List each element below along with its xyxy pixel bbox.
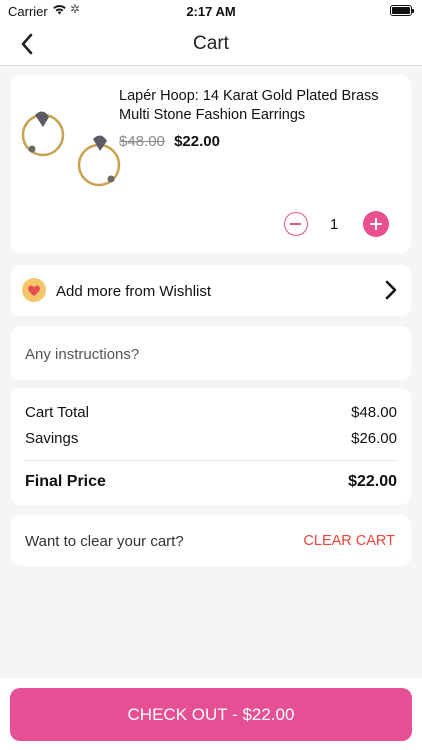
final-price-value: $22.00 [348,473,397,490]
original-price: $48.00 [119,133,165,150]
clear-cart-button[interactable]: CLEAR CART [303,533,395,549]
summary-divider [25,460,397,461]
product-name[interactable]: Lapér Hoop: 14 Karat Gold Plated Brass M… [119,87,399,125]
sale-price: $22.00 [174,133,220,150]
savings-label: Savings [25,430,79,447]
clear-cart-prompt: Want to clear your cart? [25,533,184,550]
instructions-card [11,326,411,380]
increase-quantity-button[interactable] [363,211,389,237]
savings-value: $26.00 [351,430,397,447]
price-summary-card: Cart Total $48.00 Savings $26.00 Final P… [11,388,411,505]
page-title: Cart [193,33,229,54]
cart-item-card: Lapér Hoop: 14 Karat Gold Plated Brass M… [11,75,411,253]
cart-total-label: Cart Total [25,404,89,421]
cart-total-value: $48.00 [351,404,397,421]
instructions-input[interactable] [25,343,395,365]
checkout-button[interactable]: CHECK OUT - $22.00 [10,688,412,741]
heart-icon [22,278,46,302]
navigation-bar: Cart [0,22,422,66]
decrease-quantity-button[interactable] [284,212,308,236]
clear-cart-card: Want to clear your cart? CLEAR CART [11,515,411,566]
wishlist-label: Add more from Wishlist [56,283,212,300]
savings-row: Savings $26.00 [25,430,397,447]
status-time: 2:17 AM [186,4,236,19]
add-from-wishlist-row[interactable]: Add more from Wishlist [11,265,411,316]
price-row: $48.00 $22.00 [119,133,220,150]
checkout-footer: CHECK OUT - $22.00 [0,678,422,750]
quantity-value: 1 [329,216,339,233]
product-image[interactable] [21,103,121,193]
chevron-right-icon [383,279,399,301]
cart-total-row: Cart Total $48.00 [25,404,397,421]
final-price-label: Final Price [25,473,106,490]
battery-icon [390,5,414,16]
final-price-row: Final Price $22.00 [25,473,397,491]
status-bar: Carrier ✲ 2:17 AM [0,0,422,22]
